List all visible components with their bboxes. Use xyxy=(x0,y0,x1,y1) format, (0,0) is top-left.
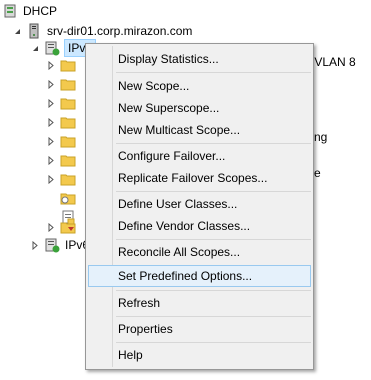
menu-item-new-scope[interactable]: New Scope... xyxy=(88,75,311,97)
scope-name-fragment: e xyxy=(314,166,321,180)
expand-arrow-icon[interactable] xyxy=(47,136,56,146)
tree-node-scope[interactable] xyxy=(47,131,81,151)
menu-item-set-predefined-options[interactable]: Set Predefined Options... xyxy=(88,265,311,287)
expand-arrow-icon[interactable] xyxy=(47,222,56,232)
folder-icon xyxy=(60,114,76,130)
expand-arrow-icon[interactable] xyxy=(47,79,56,89)
menu-item-define-vendor-classes[interactable]: Define Vendor Classes... xyxy=(88,215,311,237)
ipv4-icon xyxy=(44,40,60,56)
menu-separator xyxy=(116,191,311,192)
folder-icon xyxy=(60,57,76,73)
tree-node-scope[interactable] xyxy=(47,93,81,113)
folder-icon xyxy=(60,152,76,168)
tree-node-scope[interactable] xyxy=(47,55,81,75)
tree-node-scope[interactable] xyxy=(47,74,81,94)
menu-item-define-user-classes[interactable]: Define User Classes... xyxy=(88,193,311,215)
menu-separator xyxy=(116,342,311,343)
tree-node-dhcp[interactable]: DHCP xyxy=(2,1,57,21)
menu-separator xyxy=(116,290,311,291)
dhcp-icon xyxy=(2,3,18,19)
menu-item-reconcile-all-scopes[interactable]: Reconcile All Scopes... xyxy=(88,241,311,263)
tree-node-ipv6[interactable]: IPv6 xyxy=(31,235,89,255)
tree-node-scope[interactable] xyxy=(47,112,81,132)
menu-item-properties[interactable]: Properties xyxy=(88,318,311,340)
folder-icon xyxy=(60,133,76,149)
collapse-arrow-icon[interactable] xyxy=(13,27,22,36)
menu-item-replicate-failover-scopes[interactable]: Replicate Failover Scopes... xyxy=(88,167,311,189)
filter-icon xyxy=(60,219,76,235)
tree-node-server-options[interactable] xyxy=(60,188,81,208)
menu-separator xyxy=(116,72,311,73)
expand-arrow-icon[interactable] xyxy=(47,98,56,108)
menu-separator xyxy=(116,239,311,240)
expand-arrow-icon[interactable] xyxy=(47,117,56,127)
tree-node-scope[interactable] xyxy=(47,150,81,170)
menu-item-new-multicast-scope[interactable]: New Multicast Scope... xyxy=(88,119,311,141)
menu-item-configure-failover[interactable]: Configure Failover... xyxy=(88,145,311,167)
menu-item-help[interactable]: Help xyxy=(88,344,311,366)
folder-icon xyxy=(60,95,76,111)
tree-label-server: srv-dir01.corp.mirazon.com xyxy=(47,24,193,38)
tree-node-filters[interactable] xyxy=(47,217,81,237)
context-menu: Display Statistics... New Scope... New S… xyxy=(85,43,314,370)
menu-item-refresh[interactable]: Refresh xyxy=(88,292,311,314)
folder-icon xyxy=(60,171,76,187)
menu-separator xyxy=(116,316,311,317)
expand-arrow-icon[interactable] xyxy=(47,60,56,70)
scope-name-fragment: ng xyxy=(314,130,328,144)
ipv6-icon xyxy=(44,237,60,253)
server-icon xyxy=(26,23,42,39)
collapse-arrow-icon[interactable] xyxy=(31,44,40,53)
tree-label-dhcp: DHCP xyxy=(23,4,58,18)
expand-arrow-icon[interactable] xyxy=(47,174,56,184)
expand-arrow-icon[interactable] xyxy=(47,155,56,165)
menu-separator xyxy=(116,143,311,144)
expand-arrow-icon[interactable] xyxy=(31,240,40,250)
folder-icon xyxy=(60,76,76,92)
server-options-icon xyxy=(60,190,76,206)
menu-item-display-statistics[interactable]: Display Statistics... xyxy=(88,48,311,70)
menu-item-new-superscope[interactable]: New Superscope... xyxy=(88,97,311,119)
tree-node-scope[interactable] xyxy=(47,169,81,189)
